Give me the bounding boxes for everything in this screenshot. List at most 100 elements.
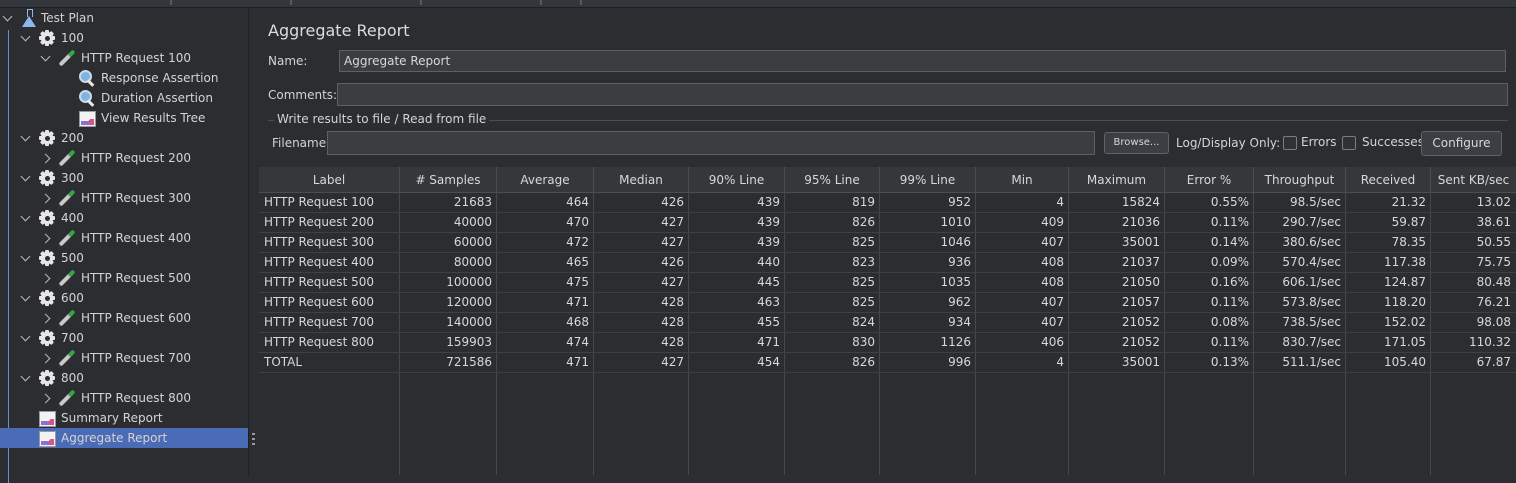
cell-90-line: 455: [757, 315, 780, 329]
column-header-min[interactable]: Min: [976, 167, 1069, 193]
tree-node-label: HTTP Request 700: [81, 351, 191, 365]
chevron-down-icon[interactable]: [20, 248, 32, 268]
cell-95-line: 830: [852, 335, 875, 349]
magnifier-icon: [78, 69, 96, 87]
chevron-down-icon[interactable]: [20, 328, 32, 348]
drag-handle-icon[interactable]: [252, 433, 255, 447]
cell-95-line: 819: [852, 195, 875, 209]
toolbar-separator: [580, 0, 582, 5]
cell-throughput: 511.1/sec: [1282, 355, 1341, 369]
successes-checkbox[interactable]: [1342, 136, 1356, 150]
test-plan-tree[interactable]: Test Plan 100 HTTP Request 100 Response …: [0, 8, 248, 483]
comments-field[interactable]: [337, 83, 1508, 106]
gear-icon: [38, 209, 56, 227]
cell-min: 407: [1041, 235, 1064, 249]
aggregate-table[interactable]: Label # Samples Average Median 90% Line …: [259, 167, 1516, 475]
column-header-95-line[interactable]: 95% Line: [785, 167, 880, 193]
table-row[interactable]: HTTP Request 300 60000 472 427 439 825 1046 407…: [259, 233, 1516, 253]
chevron-right-icon[interactable]: [42, 148, 54, 168]
table-row-total[interactable]: TOTAL 721586 471 427 454 826 996 4 35001 0.13% 511…: [259, 353, 1516, 373]
tree-node-label: Response Assertion: [101, 71, 219, 85]
column-header-label[interactable]: Label: [259, 167, 400, 193]
table-row[interactable]: HTTP Request 700 140000 468 428 455 824 934 407…: [259, 313, 1516, 333]
chevron-down-icon[interactable]: [2, 8, 14, 28]
cell-maximum: 15824: [1121, 195, 1160, 209]
table-row[interactable]: HTTP Request 400 80000 465 426 440 823 936 408 2…: [259, 253, 1516, 273]
chevron-down-icon[interactable]: [40, 48, 52, 68]
chevron-right-icon[interactable]: [42, 348, 54, 368]
cell-90-line: 439: [757, 195, 780, 209]
tree-node-group-600[interactable]: 600: [0, 288, 248, 308]
graph-icon: [38, 429, 56, 447]
name-field[interactable]: Aggregate Report: [339, 50, 1506, 72]
column-header-90-line[interactable]: 90% Line: [689, 167, 785, 193]
tree-node-group-200[interactable]: 200: [0, 128, 248, 148]
table-row[interactable]: HTTP Request 500 100000 475 427 445 825 1035 40…: [259, 273, 1516, 293]
column-header-sent-kb[interactable]: Sent KB/sec: [1431, 167, 1516, 193]
tree-node-test-plan[interactable]: Test Plan: [0, 8, 248, 28]
tree-node-group-500[interactable]: 500: [0, 248, 248, 268]
tree-node-group-400[interactable]: 400: [0, 208, 248, 228]
cell-received-kb: 171.05: [1384, 335, 1426, 349]
cell-99-line: 962: [948, 295, 971, 309]
magnifier-icon: [78, 89, 96, 107]
name-label: Name:: [268, 54, 308, 68]
browse-button[interactable]: Browse...: [1104, 132, 1169, 154]
filename-input[interactable]: [327, 131, 1095, 155]
tree-node-http-request-700[interactable]: HTTP Request 700: [0, 348, 248, 368]
column-header-samples[interactable]: # Samples: [400, 167, 497, 193]
tree-node-view-results-tree[interactable]: View Results Tree: [0, 108, 248, 128]
gear-icon: [38, 169, 56, 187]
column-header-maximum[interactable]: Maximum: [1069, 167, 1165, 193]
tree-node-group-300[interactable]: 300: [0, 168, 248, 188]
file-group-title: Write results to file / Read from file: [274, 112, 490, 126]
tree-node-group-800[interactable]: 800: [0, 368, 248, 388]
successes-label: Successes: [1362, 135, 1424, 149]
chevron-right-icon[interactable]: [42, 188, 54, 208]
tree-node-group-100[interactable]: 100: [0, 28, 248, 48]
tree-node-http-request-600[interactable]: HTTP Request 600: [0, 308, 248, 328]
column-header-median[interactable]: Median: [594, 167, 689, 193]
table-row[interactable]: HTTP Request 600 120000 471 428 463 825 962 407…: [259, 293, 1516, 313]
chevron-down-icon[interactable]: [20, 288, 32, 308]
column-header-throughput[interactable]: Throughput: [1254, 167, 1346, 193]
chevron-right-icon[interactable]: [42, 388, 54, 408]
column-header-received-kb[interactable]: Received KB...: [1346, 167, 1431, 193]
tree-node-label: 500: [61, 251, 84, 265]
tree-node-http-request-100[interactable]: HTTP Request 100: [0, 48, 248, 68]
chevron-right-icon[interactable]: [42, 308, 54, 328]
cell-90-line: 445: [757, 275, 780, 289]
tree-node-group-700[interactable]: 700: [0, 328, 248, 348]
tree-node-aggregate-report[interactable]: Aggregate Report: [0, 428, 248, 448]
errors-checkbox[interactable]: [1283, 136, 1297, 150]
tree-node-response-assertion[interactable]: Response Assertion: [0, 68, 248, 88]
cell-error: 0.55%: [1210, 195, 1249, 209]
chevron-down-icon[interactable]: [20, 368, 32, 388]
table-row[interactable]: HTTP Request 800 159903 474 428 471 830 1126 40…: [259, 333, 1516, 353]
tree-node-http-request-500[interactable]: HTTP Request 500: [0, 268, 248, 288]
tree-node-http-request-300[interactable]: HTTP Request 300: [0, 188, 248, 208]
chevron-down-icon[interactable]: [20, 128, 32, 148]
chevron-right-icon[interactable]: [42, 228, 54, 248]
column-header-99-line[interactable]: 99% Line: [880, 167, 976, 193]
tree-node-http-request-200[interactable]: HTTP Request 200: [0, 148, 248, 168]
table-row[interactable]: HTTP Request 100 21683 464 426 439 819 952 4 158…: [259, 193, 1516, 213]
tree-node-label: 400: [61, 211, 84, 225]
tree-node-http-request-800[interactable]: HTTP Request 800: [0, 388, 248, 408]
tree-node-http-request-400[interactable]: HTTP Request 400: [0, 228, 248, 248]
cell-average: 465: [566, 255, 589, 269]
table-row[interactable]: HTTP Request 200 40000 470 427 439 826 1010 409…: [259, 213, 1516, 233]
column-header-average[interactable]: Average: [497, 167, 594, 193]
pipette-icon: [58, 309, 76, 327]
tree-node-duration-assertion[interactable]: Duration Assertion: [0, 88, 248, 108]
pipette-icon: [58, 269, 76, 287]
chevron-right-icon[interactable]: [42, 268, 54, 288]
chevron-down-icon[interactable]: [20, 28, 32, 48]
chevron-down-icon[interactable]: [20, 168, 32, 188]
split-pane-divider[interactable]: [248, 8, 259, 475]
tree-node-label: HTTP Request 400: [81, 231, 191, 245]
configure-button[interactable]: Configure: [1421, 131, 1502, 156]
column-header-error[interactable]: Error %: [1165, 167, 1254, 193]
chevron-down-icon[interactable]: [20, 208, 32, 228]
tree-node-summary-report[interactable]: Summary Report: [0, 408, 248, 428]
